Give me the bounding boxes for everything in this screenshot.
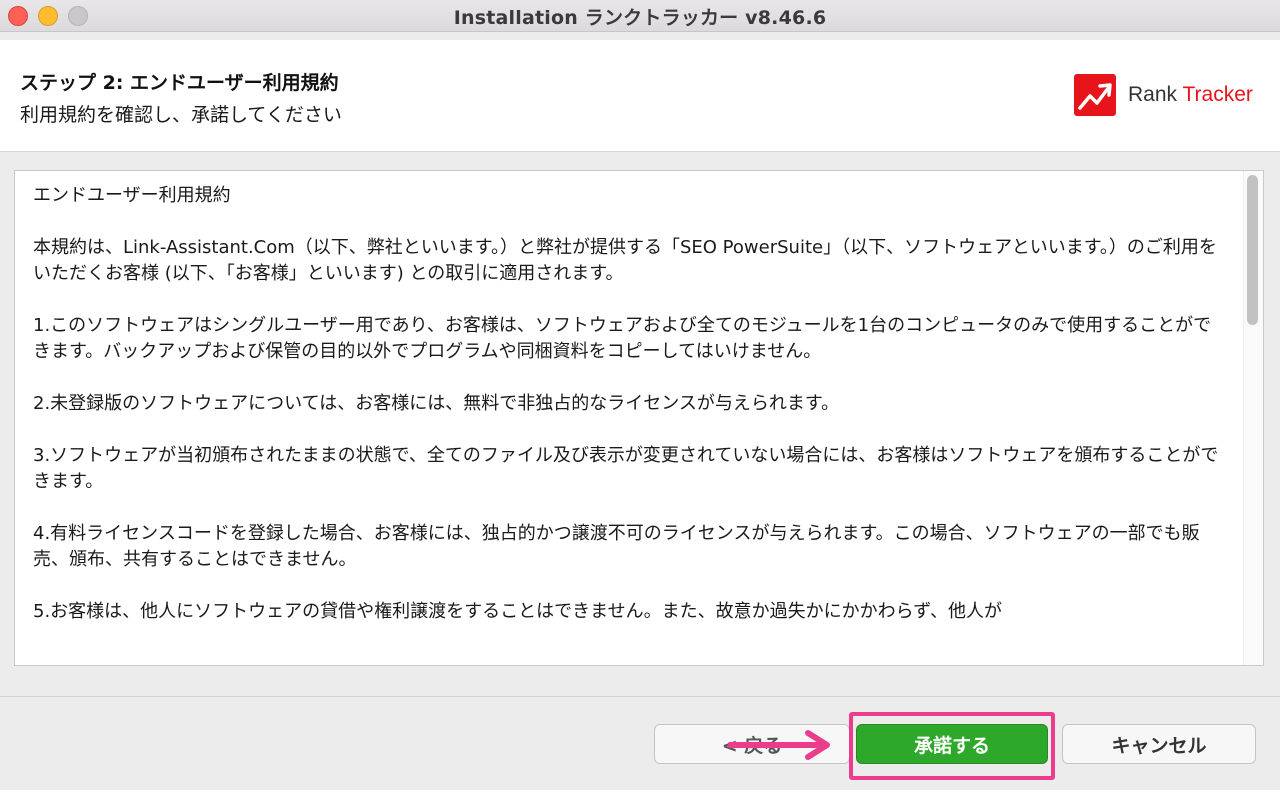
license-paragraph: 3.ソフトウェアが当初頒布されたままの状態で、全てのファイル及び表示が変更されて… [33,445,1219,492]
license-paragraph: 4.有料ライセンスコードを登録した場合、お客様には、独占的かつ譲渡不可のライセン… [33,523,1200,570]
license-scrollbar[interactable] [1243,171,1263,665]
pointer-arrow-icon [728,730,830,760]
license-content: エンドユーザー利用規約 本規約は、Link-Assistant.Com（以下、弊… [33,183,1223,651]
cancel-button[interactable]: キャンセル [1062,724,1256,764]
rank-tracker-logo-icon [1074,74,1116,116]
wizard-header: ステップ 2: エンドユーザー利用規約 利用規約を確認し、承諾してください Ra… [0,40,1280,152]
accept-highlight-box [849,712,1055,780]
logo-text-main: Rank [1128,83,1183,106]
license-paragraph: 1.このソフトウェアはシングルユーザー用であり、お客様は、ソフトウェアおよび全て… [33,315,1212,362]
license-paragraph: 2.未登録版のソフトウェアについては、お客様には、無料で非独占的なライセンスが与… [33,393,840,414]
rank-tracker-logo: Rank Tracker [1074,74,1253,116]
step-title: ステップ 2: エンドユーザー利用規約 [20,72,339,94]
license-scrollbar-thumb[interactable] [1247,175,1258,325]
license-paragraph: 5.お客様は、他人にソフトウェアの貸借や権利譲渡をすることはできません。また、故… [33,601,1003,622]
title-bar: Installation ランクトラッカー v8.46.6 [0,0,1280,32]
window-title: Installation ランクトラッカー v8.46.6 [453,7,827,29]
footer-divider [0,696,1280,697]
logo-text-accent: Tracker [1182,83,1253,106]
license-text-area[interactable]: エンドユーザー利用規約 本規約は、Link-Assistant.Com（以下、弊… [14,170,1264,666]
step-subtitle: 利用規約を確認し、承諾してください [20,104,342,126]
license-paragraph: 本規約は、Link-Assistant.Com（以下、弊社といいます。）と弊社が… [33,237,1217,284]
license-paragraph: エンドユーザー利用規約 [33,185,231,206]
rank-tracker-logo-text: Rank Tracker [1128,83,1253,107]
